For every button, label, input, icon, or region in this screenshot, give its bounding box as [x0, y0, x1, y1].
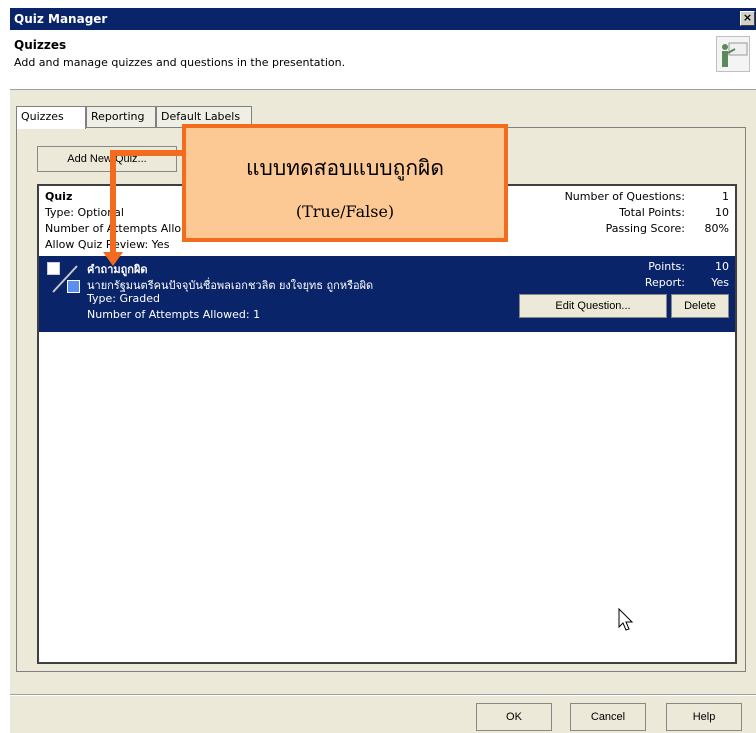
question-points-label: Points: — [648, 260, 685, 273]
tab-quizzes[interactable]: Quizzes — [16, 106, 86, 129]
mouse-cursor-icon — [618, 608, 634, 631]
total-points-label: Total Points: — [619, 206, 685, 219]
questions-count-label: Number of Questions: — [564, 190, 685, 203]
delete-question-button[interactable]: Delete — [671, 294, 729, 318]
ok-button[interactable]: OK — [476, 703, 552, 731]
quiz-name: Quiz — [45, 190, 73, 203]
header-panel: Quizzes Add and manage quizzes and quest… — [10, 30, 756, 90]
question-report-label: Report: — [644, 276, 685, 289]
close-button[interactable]: × — [740, 11, 755, 26]
question-attempts: Number of Attempts Allowed: 1 — [87, 308, 261, 321]
questions-count-value: 1 — [722, 190, 729, 203]
presenter-icon — [716, 36, 750, 72]
question-row[interactable]: คำถามถูกผิด นายกรัฐมนตรีคนปัจจุบันชื่อพล… — [39, 256, 735, 332]
title-bar: Quiz Manager × — [10, 8, 756, 30]
callout-main-text: แบบทดสอบแบบถูกผิด — [245, 156, 444, 180]
quiz-list[interactable]: Quiz Type: Optional Number of Attempts A… — [37, 184, 737, 664]
total-points-value: 10 — [715, 206, 729, 219]
question-report-value: Yes — [711, 276, 729, 289]
callout-sub-text: (True/False) — [295, 202, 395, 221]
help-button[interactable]: Help — [666, 703, 742, 731]
question-type: Type: Graded — [87, 292, 160, 305]
false-box-icon — [67, 280, 80, 293]
edit-question-button[interactable]: Edit Question... — [519, 294, 667, 318]
window-title: Quiz Manager — [14, 12, 108, 26]
true-box-icon — [47, 262, 60, 275]
quiz-review: Allow Quiz Review: Yes — [45, 238, 170, 251]
cancel-button[interactable]: Cancel — [570, 703, 646, 731]
passing-score-value: 80% — [704, 222, 729, 235]
callout-arrow-vertical — [110, 150, 116, 256]
callout-arrow-horizontal — [110, 150, 182, 156]
header-subtitle: Add and manage quizzes and questions in … — [14, 56, 346, 69]
callout-arrow-head — [103, 252, 123, 266]
passing-score-label: Passing Score: — [605, 222, 685, 235]
annotation-callout: แบบทดสอบแบบถูกผิด (True/False) — [182, 124, 508, 242]
question-points-value: 10 — [715, 260, 729, 273]
tab-reporting[interactable]: Reporting — [86, 106, 156, 128]
header-title: Quizzes — [14, 38, 67, 52]
quiz-manager-window: Quiz Manager × Quizzes Add and manage qu… — [10, 8, 756, 733]
footer-separator — [10, 694, 756, 696]
